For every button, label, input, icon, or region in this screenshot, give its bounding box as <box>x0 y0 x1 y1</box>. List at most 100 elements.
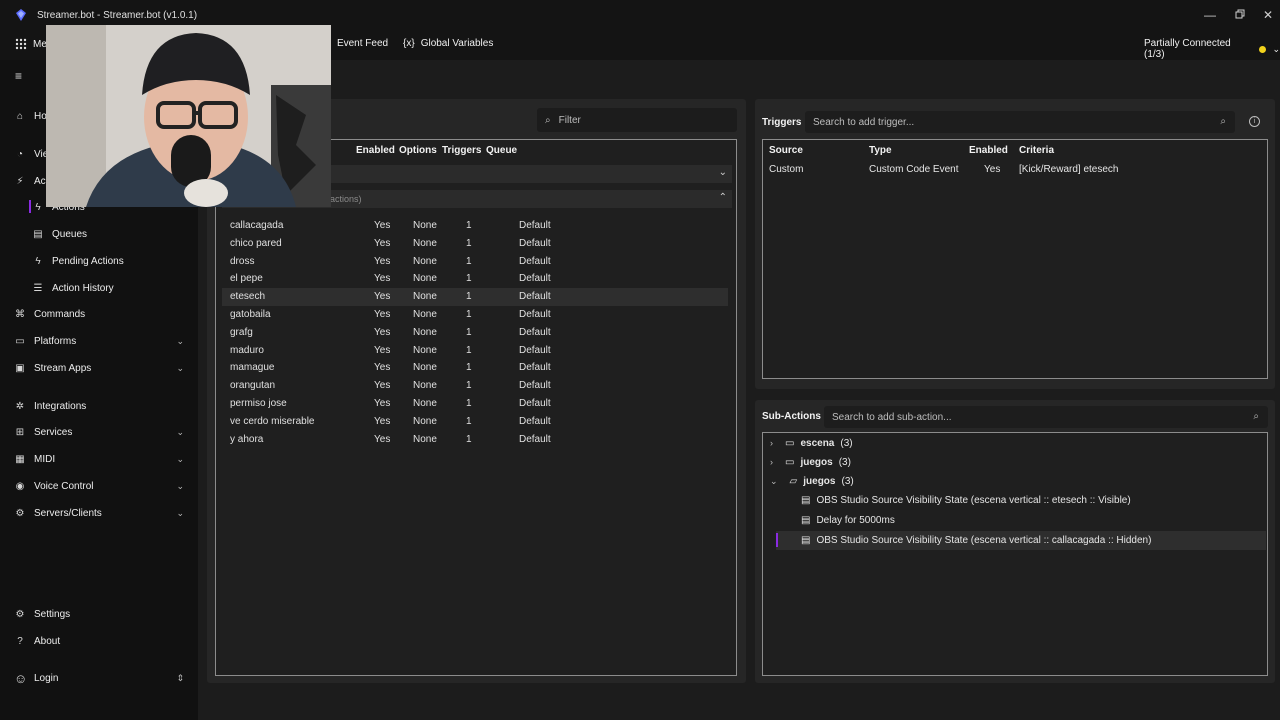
search-icon: ⌕ <box>1253 411 1259 422</box>
table-row[interactable]: dross Yes None 1 Default <box>222 253 728 271</box>
column-triggers[interactable]: Triggers <box>442 145 481 156</box>
sidebar-item-queues[interactable]: ▤ Queues <box>32 223 208 245</box>
table-row[interactable]: ve cerdo miserable Yes None 1 Default <box>222 413 728 431</box>
subaction-icon: ▤ <box>801 494 811 506</box>
chevron-right-icon: › <box>770 438 773 448</box>
action-enabled: Yes <box>374 326 391 338</box>
action-triggers: 1 <box>466 433 472 445</box>
filter-input[interactable]: ⌕ Filter <box>537 108 737 132</box>
action-enabled: Yes <box>374 255 391 267</box>
chevron-down-icon: ⌄ <box>1272 43 1280 54</box>
sidebar-item-platforms[interactable]: ▭ Platforms ⌄ <box>14 330 190 352</box>
action-name: ve cerdo miserable <box>230 415 315 427</box>
subaction-group-escena[interactable]: › ▭ escena (3) <box>770 434 853 452</box>
sidebar-item-commands[interactable]: ⌘ Commands <box>14 303 190 325</box>
column-queue[interactable]: Queue <box>486 145 517 156</box>
connection-status[interactable]: Partially Connected (1/3) ⌄ <box>1144 38 1280 60</box>
action-name: orangutan <box>230 380 276 392</box>
menu-button[interactable]: Me <box>15 38 47 50</box>
table-row[interactable]: etesech Yes None 1 Default <box>222 288 728 307</box>
trigger-row[interactable]: Custom Custom Code Event Yes [Kick/Rewar… <box>765 160 1265 178</box>
minimize-icon[interactable]: — <box>1202 7 1218 23</box>
subaction-label: OBS Studio Source Visibility State (esce… <box>816 534 1152 546</box>
column-source[interactable]: Source <box>769 145 803 156</box>
event-feed-tab[interactable]: ▯ Event Feed <box>326 38 388 49</box>
views-icon: ◔ <box>16 148 24 160</box>
sidebar-item-stream-apps[interactable]: ▣ Stream Apps ⌄ <box>14 357 190 379</box>
table-row[interactable]: callacagada Yes None 1 Default <box>222 217 728 235</box>
column-trigger-enabled[interactable]: Enabled <box>969 145 1008 156</box>
action-queue: Default <box>519 220 551 231</box>
action-triggers: 1 <box>466 237 472 249</box>
sidebar-item-settings[interactable]: ⚙ Settings <box>14 603 190 625</box>
table-row[interactable]: permiso jose Yes None 1 Default <box>222 395 728 413</box>
action-enabled: Yes <box>374 344 391 356</box>
table-row[interactable]: el pepe Yes None 1 Default <box>222 270 728 288</box>
close-icon[interactable]: ✕ <box>1260 7 1276 23</box>
column-options[interactable]: Options <box>399 145 437 156</box>
active-indicator <box>29 200 31 213</box>
search-icon: ⌕ <box>545 114 551 126</box>
trigger-criteria: [Kick/Reward] etesech <box>1019 164 1119 175</box>
connection-status-label: Partially Connected (1/3) <box>1144 38 1231 60</box>
trigger-search-input[interactable]: Search to add trigger... ⌕ <box>805 111 1235 133</box>
action-queue: Default <box>519 415 551 427</box>
sidebar-item-login[interactable]: ☺ Login ⇕ <box>14 667 190 689</box>
action-name: y ahora <box>230 433 264 445</box>
sidebar-item-action-history[interactable]: ☰ Action History <box>32 277 208 299</box>
column-enabled[interactable]: Enabled <box>356 145 395 156</box>
sidebar-item-pending-actions[interactable]: ϟ Pending Actions <box>32 250 208 272</box>
chevron-down-icon: ⌄ <box>176 335 184 346</box>
subaction-search-input[interactable]: Search to add sub-action... ⌕ <box>824 406 1268 428</box>
sidebar-item-about[interactable]: ? About <box>14 630 190 652</box>
platforms-icon: ▭ <box>15 335 25 347</box>
sidebar-item-label: About <box>34 635 61 647</box>
table-row[interactable]: grafg Yes None 1 Default <box>222 324 728 342</box>
action-triggers: 1 <box>466 273 472 285</box>
streamerbot-logo-icon <box>16 9 26 21</box>
trigger-search-placeholder: Search to add trigger... <box>813 116 915 128</box>
hamburger-icon[interactable]: ≡ <box>15 69 22 83</box>
subaction-item[interactable]: ▤ Delay for 5000ms <box>801 511 895 529</box>
group-name: juegos <box>800 456 833 468</box>
info-icon[interactable]: i <box>1249 116 1260 127</box>
home-icon: ⌂ <box>16 110 24 122</box>
search-icon: ⌕ <box>1220 116 1226 127</box>
column-type[interactable]: Type <box>869 145 892 156</box>
action-name: gatobaila <box>230 309 271 320</box>
chevron-up-icon: ⌃ <box>718 192 727 203</box>
action-options: None <box>413 362 437 374</box>
chevron-down-icon: ⌄ <box>176 507 184 518</box>
action-enabled: Yes <box>374 433 391 445</box>
sidebar-item-label: Stream Apps <box>34 362 92 374</box>
subaction-group-juegos[interactable]: › ▭ juegos (3) <box>770 453 851 471</box>
voice-icon: ◉ <box>15 480 25 492</box>
subaction-item[interactable]: ▤ OBS Studio Source Visibility State (es… <box>801 531 1151 549</box>
global-variables-tab[interactable]: {x} Global Variables <box>403 38 493 49</box>
table-row[interactable]: orangutan Yes None 1 Default <box>222 377 728 395</box>
table-row[interactable]: chico pared Yes None 1 Default <box>222 235 728 253</box>
subaction-item[interactable]: ▤ OBS Studio Source Visibility State (es… <box>801 491 1131 509</box>
grid-menu-icon <box>15 38 27 50</box>
chevron-down-icon: ⌄ <box>176 453 184 464</box>
table-row[interactable]: y ahora Yes None 1 Default <box>222 431 728 449</box>
sidebar-item-services[interactable]: ⊞ Services ⌄ <box>14 421 190 443</box>
action-triggers: 1 <box>466 255 472 267</box>
sidebar-item-midi[interactable]: ▦ MIDI ⌄ <box>14 448 190 470</box>
servers-icon: ⚙ <box>15 507 25 519</box>
sidebar-item-servers-clients[interactable]: ⚙ Servers/Clients ⌄ <box>14 502 190 524</box>
table-row[interactable]: maduro Yes None 1 Default <box>222 342 728 360</box>
table-row[interactable]: gatobaila Yes None 1 Default <box>222 306 728 324</box>
subaction-group-juegos-expanded[interactable]: ⌄ ▱ juegos (3) <box>770 472 854 490</box>
sidebar-item-integrations[interactable]: ✲ Integrations <box>14 395 190 417</box>
pending-icon: ϟ <box>35 255 41 267</box>
sidebar-item-voice-control[interactable]: ◉ Voice Control ⌄ <box>14 475 190 497</box>
action-name: permiso jose <box>230 398 287 409</box>
table-row[interactable]: mamague Yes None 1 Default <box>222 359 728 377</box>
action-triggers: 1 <box>466 380 472 392</box>
question-icon: ? <box>17 635 23 647</box>
action-triggers: 1 <box>466 291 472 303</box>
restore-icon[interactable] <box>1232 7 1248 23</box>
action-queue: Default <box>519 237 551 249</box>
column-criteria[interactable]: Criteria <box>1019 145 1054 156</box>
